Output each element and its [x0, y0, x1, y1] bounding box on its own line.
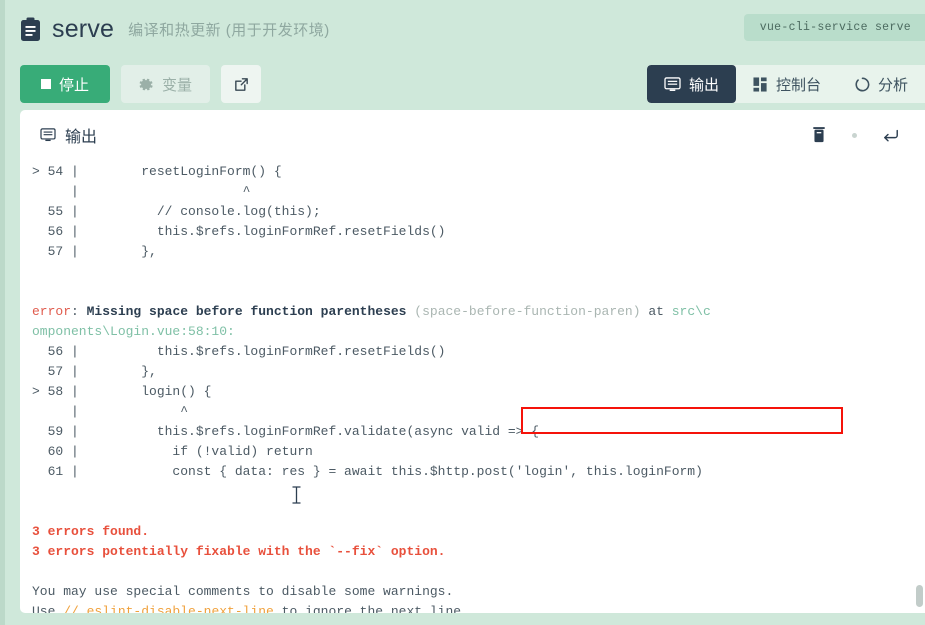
- log-segment: at: [640, 304, 672, 319]
- log-segment: // eslint-disable-next-line: [63, 604, 274, 613]
- log-line: Use // eslint-disable-next-line to ignor…: [32, 602, 925, 613]
- log-segment: | ^: [32, 184, 251, 199]
- log-line: 56 | this.$refs.loginFormRef.resetFields…: [32, 222, 925, 242]
- log-line: error: Missing space before function par…: [32, 302, 925, 322]
- log-segment: You may use special comments to disable …: [32, 584, 454, 599]
- clear-output-icon[interactable]: [812, 127, 826, 143]
- external-link-icon: [233, 76, 250, 93]
- output-panel-title-label: 输出: [65, 129, 98, 146]
- monitor-icon: [664, 76, 681, 92]
- gear-icon: [139, 77, 154, 92]
- log-segment: Missing space before function parenthese…: [86, 304, 407, 319]
- analyze-icon: [855, 77, 870, 92]
- log-line: 59 | this.$refs.loginFormRef.validate(as…: [32, 422, 925, 442]
- variables-button-label: 变量: [162, 76, 193, 94]
- log-line: omponents\Login.vue:58:10:: [32, 322, 925, 342]
- log-line: 3 errors potentially fixable with the `-…: [32, 542, 925, 562]
- monitor-icon: [40, 128, 56, 142]
- log-segment: to ignore the next line.: [273, 604, 469, 613]
- log-segment: :: [71, 304, 87, 319]
- log-segment: error: [32, 304, 72, 319]
- variables-button[interactable]: 变量: [121, 65, 211, 103]
- output-log[interactable]: > 54 | resetLoginForm() { | ^ 55 | // co…: [20, 160, 925, 613]
- log-line: > 54 | resetLoginForm() {: [32, 162, 925, 182]
- page-title: serve: [52, 14, 115, 43]
- log-segment: 3 errors potentially fixable with the `-…: [32, 544, 446, 559]
- page-subtitle: 编译和热更新 (用于开发环境): [128, 21, 330, 39]
- log-line: 61 | const { data: res } = await this.$h…: [32, 462, 925, 482]
- output-card-wrapper: 输出 > 54 | resetLoginForm() {| ^ 55 | //…: [5, 110, 925, 625]
- dashboard-icon: [753, 76, 768, 92]
- log-segment: Use: [32, 604, 64, 613]
- log-line: 3 errors found.: [32, 522, 925, 542]
- log-segment: | ^: [32, 404, 189, 419]
- log-line: 56 | this.$refs.loginFormRef.resetFields…: [32, 342, 925, 362]
- command-chip: vue-cli-service serve: [743, 14, 925, 41]
- stop-button[interactable]: 停止: [20, 65, 111, 103]
- open-external-button[interactable]: [221, 65, 262, 103]
- log-line: 60 | if (!valid) return: [32, 442, 925, 462]
- tab-console-label: 控制台: [775, 76, 821, 94]
- output-scrollbar-thumb[interactable]: [916, 585, 923, 607]
- tab-output-label: 输出: [688, 76, 719, 94]
- log-segment: > 54 | resetLoginForm() {: [32, 164, 282, 179]
- log-segment: (space-before-function-paren): [406, 304, 641, 319]
- log-line: You may use special comments to disable …: [32, 582, 925, 602]
- output-card-actions: [812, 127, 903, 143]
- log-segment: 55 | // console.log(this);: [32, 204, 321, 219]
- stop-square-icon: [41, 79, 51, 89]
- task-toolbar: 停止 变量 输出 控制台 分析: [5, 58, 925, 110]
- log-segment: > 58 | login() {: [32, 384, 212, 399]
- log-segment: 60 | if (!valid) return: [32, 444, 313, 459]
- output-panel-title: 输出: [40, 123, 97, 147]
- log-line: 55 | // console.log(this);: [32, 202, 925, 222]
- tab-analyze-label: 分析: [877, 76, 908, 94]
- clipboard-icon: [20, 17, 41, 42]
- tab-output[interactable]: 输出: [646, 65, 736, 103]
- log-segment: 56 | this.$refs.loginFormRef.resetFields…: [32, 224, 446, 239]
- log-line: > 58 | login() {: [32, 382, 925, 402]
- task-titlebar: serve 编译和热更新 (用于开发环境) vue-cli-service se…: [5, 0, 925, 58]
- log-segment: 57 | },: [32, 364, 157, 379]
- log-segment: 3 errors found.: [32, 524, 150, 539]
- wrap-lines-icon[interactable]: [883, 128, 899, 143]
- log-line: | ^: [32, 182, 925, 202]
- log-line: | ^: [32, 402, 925, 422]
- log-segment: 61 | const { data: res } = await this.$h…: [32, 464, 703, 479]
- output-card: 输出 > 54 | resetLoginForm() {| ^ 55 | //…: [20, 110, 925, 613]
- output-card-header: 输出: [20, 110, 925, 160]
- log-segment: src\c: [671, 304, 711, 319]
- log-segment: omponents\Login.vue:58:10:: [32, 324, 235, 339]
- view-tabs: 输出 控制台 分析: [646, 65, 925, 103]
- log-line: 57 | },: [32, 242, 925, 262]
- status-dot-icon[interactable]: [852, 132, 857, 138]
- task-detail-view: serve 编译和热更新 (用于开发环境) vue-cli-service se…: [5, 0, 925, 625]
- tab-analyze[interactable]: 分析: [838, 65, 925, 103]
- log-segment: 56 | this.$refs.loginFormRef.resetFields…: [32, 344, 446, 359]
- stop-button-label: 停止: [59, 76, 90, 94]
- log-line: 57 | },: [32, 362, 925, 382]
- log-segment: 57 | },: [32, 244, 157, 259]
- log-segment: 59 | this.$refs.loginFormRef.validate(as…: [32, 424, 540, 439]
- tab-console[interactable]: 控制台: [736, 65, 838, 103]
